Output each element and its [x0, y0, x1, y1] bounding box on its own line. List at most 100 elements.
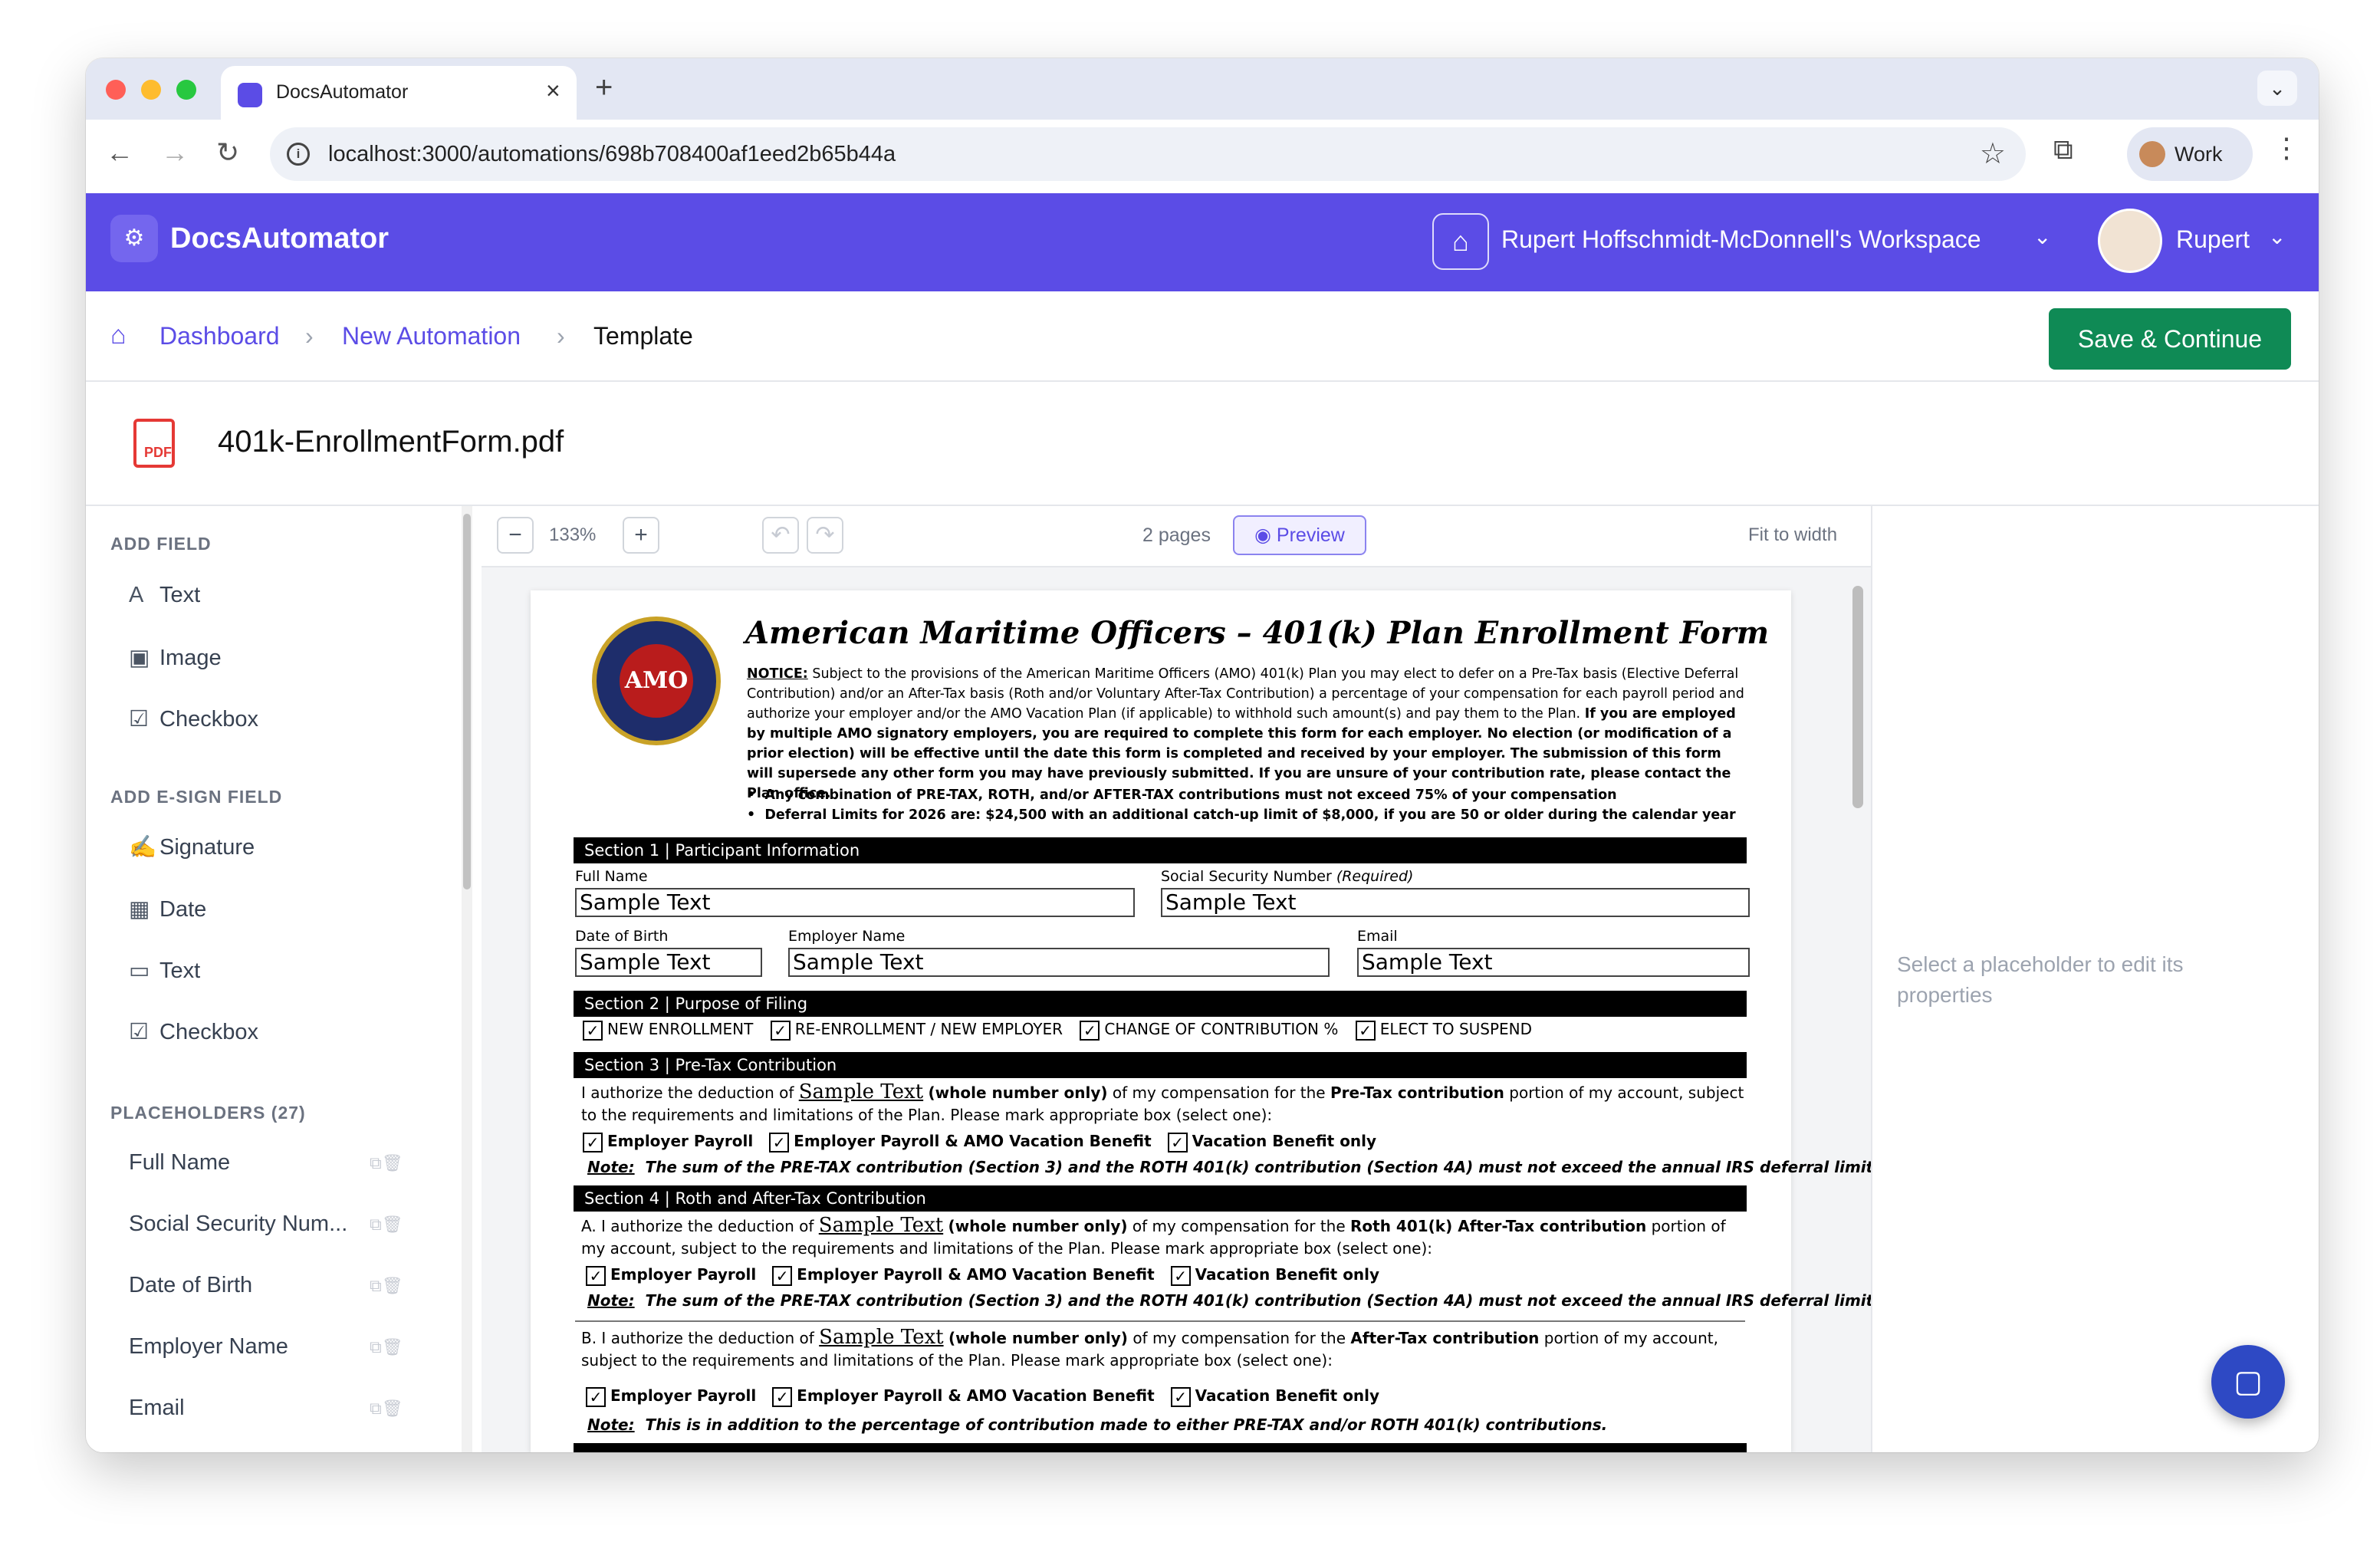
- sidebar: ADD FIELD A Text ▣ Image ☑ Checkbox ADD E-S…: [86, 506, 469, 1452]
- copy-delete-icon[interactable]: ⧉🗑: [370, 1153, 403, 1173]
- tab-bar: DocsAutomator × + ⌄: [86, 58, 2319, 120]
- redo-icon[interactable]: ↷: [807, 517, 843, 554]
- bullet-text: Deferral Limits for 2026 are: $24,500 wi…: [764, 807, 1736, 823]
- copy-delete-icon[interactable]: ⧉🗑: [370, 1215, 403, 1235]
- notice-paragraph: NOTICE: Subject to the provisions of the…: [747, 664, 1751, 804]
- pdf-page[interactable]: AMO American Maritime Officers – 401(k) …: [531, 590, 1879, 1452]
- user-avatar[interactable]: [2098, 209, 2162, 273]
- placeholder-item[interactable]: Full Name: [129, 1150, 230, 1176]
- placeholder-item[interactable]: Employer Name: [129, 1334, 288, 1360]
- checkbox-checked[interactable]: ✓: [586, 1265, 606, 1286]
- chevron-right-icon: ›: [305, 322, 314, 350]
- checkbox-checked[interactable]: ✓: [583, 1020, 603, 1041]
- placeholder-item[interactable]: Date of Birth: [129, 1273, 252, 1298]
- chat-support-icon[interactable]: ▢: [2211, 1345, 2285, 1419]
- save-continue-button[interactable]: Save & Continue: [2049, 308, 2291, 370]
- home-icon[interactable]: ⌂: [1432, 213, 1489, 270]
- browser-menu-icon[interactable]: ⋮: [2273, 132, 2300, 164]
- close-window-button[interactable]: [106, 80, 126, 100]
- fit-to-width-button[interactable]: Fit to width: [1748, 524, 1837, 546]
- aftertax-placeholder[interactable]: Sample Text: [819, 1326, 943, 1349]
- ssn-placeholder[interactable]: Sample Text: [1161, 888, 1750, 917]
- site-info-icon[interactable]: i: [287, 143, 310, 166]
- roth-placeholder[interactable]: Sample Text: [819, 1214, 943, 1237]
- text-icon: A: [129, 583, 144, 607]
- checkbox-checked[interactable]: ✓: [583, 1132, 603, 1152]
- back-icon[interactable]: ←: [106, 136, 133, 169]
- docsautomator-logo-icon[interactable]: ⚙: [110, 215, 158, 262]
- breadcrumb-new-automation[interactable]: New Automation: [342, 322, 521, 350]
- user-name[interactable]: Rupert: [2176, 225, 2250, 254]
- add-esign-text-field[interactable]: ▭ Text: [129, 957, 200, 984]
- checkbox-checked[interactable]: ✓: [1170, 1386, 1191, 1407]
- notice-label: NOTICE:: [747, 666, 808, 682]
- placeholder-item[interactable]: Email: [129, 1396, 185, 1421]
- dob-placeholder[interactable]: Sample Text: [575, 948, 762, 977]
- checkbox-checked[interactable]: ✓: [770, 1020, 791, 1041]
- tab-search-button[interactable]: ⌄: [2257, 71, 2297, 106]
- zoom-out-button[interactable]: −: [497, 517, 534, 554]
- section-3-note: Note: The sum of the PRE-TAX contributio…: [587, 1158, 1879, 1176]
- scrollbar-thumb[interactable]: [1852, 586, 1863, 808]
- minimize-window-button[interactable]: [141, 80, 161, 100]
- checkbox-checked[interactable]: ✓: [1170, 1265, 1191, 1286]
- s3-post: of my compensation for the: [1112, 1083, 1326, 1102]
- add-text-label: Text: [159, 583, 201, 607]
- copy-delete-icon[interactable]: ⧉🗑: [370, 1337, 403, 1357]
- zoom-in-button[interactable]: +: [623, 517, 659, 554]
- option-label: Vacation Benefit only: [1192, 1132, 1377, 1150]
- pretax-placeholder[interactable]: Sample Text: [799, 1080, 923, 1103]
- copy-delete-icon[interactable]: ⧉🗑: [370, 1399, 403, 1419]
- dob-label: Date of Birth: [575, 928, 669, 945]
- add-checkbox-field[interactable]: ☑ Checkbox: [129, 705, 258, 732]
- bookmark-star-icon[interactable]: ☆: [1980, 136, 2006, 171]
- undo-icon[interactable]: ↶: [762, 517, 799, 554]
- chevron-right-icon: ›: [557, 322, 565, 350]
- checkbox-checked[interactable]: ✓: [1080, 1020, 1100, 1041]
- sidebar-scrollbar[interactable]: [462, 506, 472, 1452]
- new-tab-button[interactable]: +: [595, 71, 613, 105]
- maximize-window-button[interactable]: [176, 80, 196, 100]
- s4b-bold: After-Tax contribution: [1350, 1329, 1540, 1347]
- scrollbar-thumb[interactable]: [463, 514, 471, 889]
- close-tab-icon[interactable]: ×: [546, 77, 560, 105]
- add-image-field[interactable]: ▣ Image: [129, 644, 222, 671]
- add-date-field[interactable]: ▦ Date: [129, 896, 206, 922]
- checkbox-checked[interactable]: ✓: [586, 1386, 606, 1407]
- profile-button[interactable]: Work: [2127, 127, 2253, 181]
- checkbox-checked[interactable]: ✓: [1167, 1132, 1188, 1152]
- preview-button[interactable]: ◉ Preview: [1233, 515, 1366, 555]
- home-icon[interactable]: ⌂: [110, 321, 127, 350]
- placeholder-item[interactable]: Social Security Num...: [129, 1212, 347, 1237]
- purpose-option: CHANGE OF CONTRIBUTION %: [1104, 1020, 1339, 1038]
- forward-icon[interactable]: →: [161, 136, 189, 169]
- note-label: Note:: [587, 1158, 635, 1176]
- workspace-name[interactable]: Rupert Hoffschmidt-McDonnell's Workspace: [1501, 225, 1981, 254]
- copy-delete-icon[interactable]: ⧉🗑: [370, 1276, 403, 1296]
- brand-name[interactable]: DocsAutomator: [170, 222, 389, 255]
- add-esign-checkbox-field[interactable]: ☑ Checkbox: [129, 1018, 258, 1045]
- checkbox-checked[interactable]: ✓: [772, 1265, 793, 1286]
- add-image-label: Image: [159, 646, 222, 670]
- address-bar[interactable]: i localhost:3000/automations/698b708400a…: [270, 127, 2026, 181]
- reload-icon[interactable]: ↻: [216, 136, 239, 169]
- chevron-down-icon[interactable]: ⌄: [2033, 224, 2051, 249]
- add-text-field[interactable]: A Text: [129, 583, 200, 608]
- checkbox-checked[interactable]: ✓: [772, 1386, 793, 1407]
- breadcrumb-dashboard[interactable]: Dashboard: [159, 322, 280, 350]
- add-esign-text-label: Text: [159, 958, 201, 983]
- bullet-item: • Deferral Limits for 2026 are: $24,500 …: [747, 807, 1736, 823]
- full-name-placeholder[interactable]: Sample Text: [575, 888, 1135, 917]
- email-placeholder[interactable]: Sample Text: [1357, 948, 1750, 977]
- s3-bold: Pre-Tax contribution: [1330, 1083, 1504, 1102]
- chevron-down-icon[interactable]: ⌄: [2268, 224, 2286, 249]
- s3-mid: (whole number only): [928, 1083, 1108, 1102]
- add-signature-field[interactable]: ✍ Signature: [129, 834, 255, 860]
- extensions-icon[interactable]: ⧉: [2053, 133, 2073, 166]
- employer-placeholder[interactable]: Sample Text: [788, 948, 1330, 977]
- browser-tab[interactable]: DocsAutomator ×: [221, 66, 577, 120]
- viewer-scrollbar[interactable]: [1848, 567, 1868, 1452]
- section-3-options: ✓ Employer Payroll ✓ Employer Payroll & AM…: [577, 1132, 1376, 1152]
- checkbox-checked[interactable]: ✓: [769, 1132, 790, 1152]
- checkbox-checked[interactable]: ✓: [1355, 1020, 1376, 1041]
